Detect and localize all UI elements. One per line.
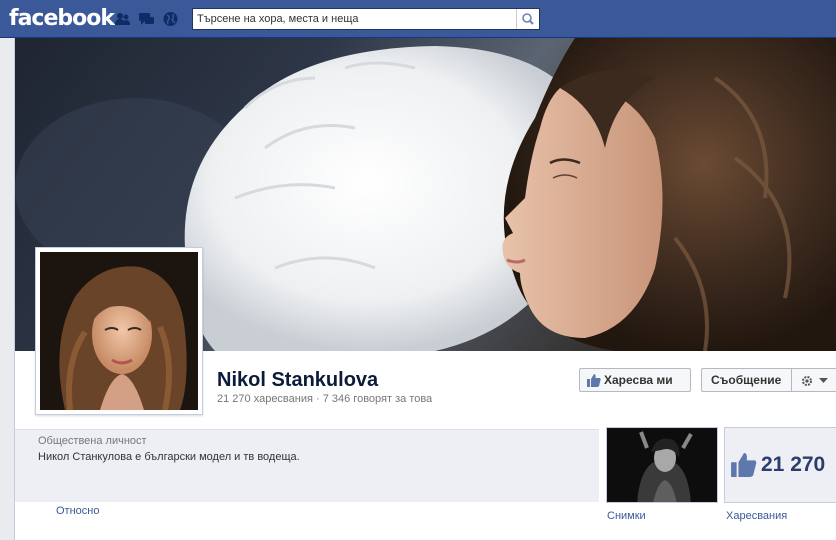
like-button[interactable]: Харесва ми <box>579 368 691 392</box>
thumbs-up-icon <box>587 374 601 387</box>
page-category: Обществена личност <box>38 435 147 447</box>
photos-thumbnail[interactable] <box>606 427 718 503</box>
profile-picture[interactable] <box>35 247 203 415</box>
about-link[interactable]: Относно <box>56 505 99 517</box>
messages-icon[interactable] <box>138 11 155 27</box>
settings-dropdown-button[interactable] <box>791 368 836 392</box>
likes-count: 21 270 <box>761 453 826 476</box>
top-navigation-bar: facebook <box>0 0 836 38</box>
thumbs-up-icon <box>731 453 757 477</box>
gear-icon <box>802 376 812 386</box>
search-icon <box>522 13 534 25</box>
photos-link[interactable]: Снимки <box>607 510 646 522</box>
friend-requests-icon[interactable] <box>114 11 131 27</box>
like-button-label: Харесва ми <box>604 373 673 387</box>
page-stats: 21 270 харесвания · 7 346 говорят за тов… <box>217 393 433 405</box>
about-box: Обществена личност Никол Станкулова е бъ… <box>15 429 599 502</box>
likes-link[interactable]: Харесвания <box>726 510 787 522</box>
chevron-down-icon <box>819 378 828 383</box>
page-description: Никол Станкулова е български модел и тв … <box>38 451 300 463</box>
search-input[interactable] <box>197 10 507 28</box>
search-box <box>192 8 540 30</box>
facebook-logo[interactable]: facebook <box>9 6 115 32</box>
page-name: Nikol Stankulova <box>217 369 379 391</box>
timeline-page: Nikol Stankulova 21 270 харесвания · 7 3… <box>14 38 836 540</box>
search-button[interactable] <box>516 9 539 29</box>
likes-thumbnail[interactable]: 21 270 <box>724 427 836 503</box>
message-button[interactable]: Съобщение <box>701 368 797 392</box>
notifications-globe-icon[interactable] <box>162 11 179 27</box>
